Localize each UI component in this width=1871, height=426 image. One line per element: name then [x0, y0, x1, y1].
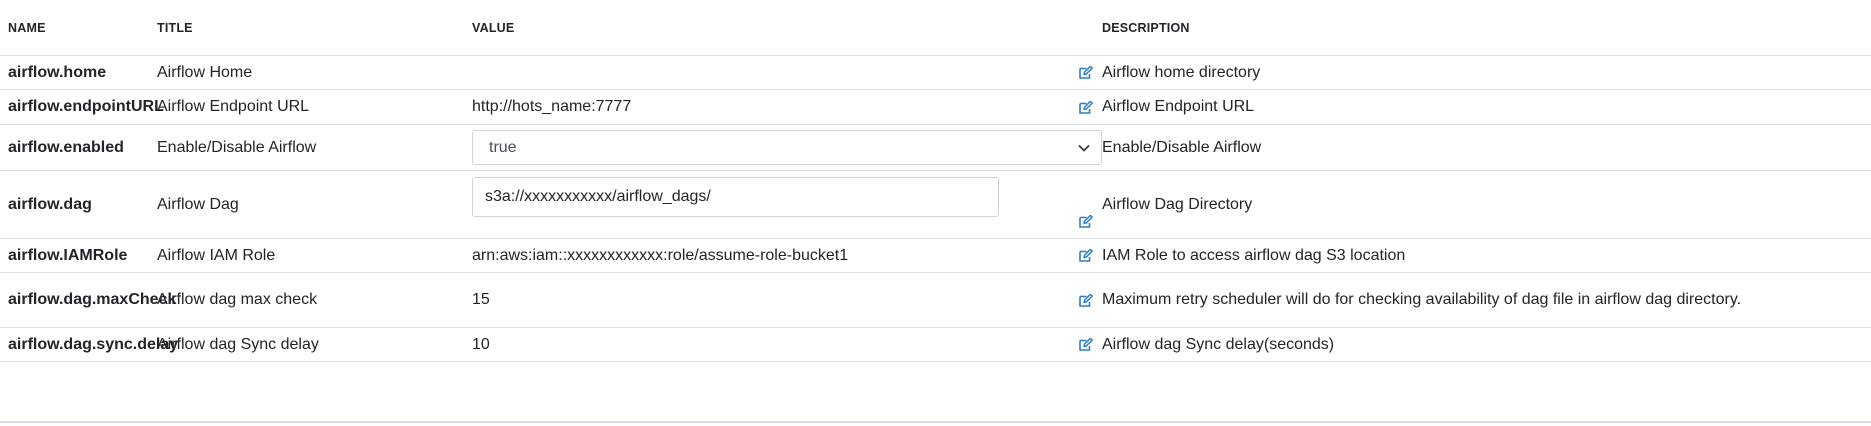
setting-value-cell: true	[472, 124, 1102, 171]
setting-description: Airflow Endpoint URL	[1102, 89, 1871, 125]
setting-title: Airflow Dag	[157, 170, 472, 239]
setting-value: 10	[472, 335, 490, 353]
setting-name: airflow.endpointURL	[0, 89, 164, 125]
setting-description: IAM Role to access airflow dag S3 locati…	[1102, 238, 1871, 273]
setting-name: airflow.dag	[0, 170, 157, 239]
setting-description: Airflow Dag Directory	[1102, 170, 1871, 239]
setting-title: Airflow dag max check	[157, 272, 472, 328]
setting-title: Airflow Home	[157, 55, 472, 90]
setting-name: airflow.dag.sync.delay	[0, 327, 178, 362]
setting-value: arn:aws:iam::xxxxxxxxxxxx:role/assume-ro…	[472, 246, 849, 264]
table-row: airflow.dag.maxCheck Airflow dag max che…	[0, 272, 1871, 328]
select-value: true	[489, 138, 517, 156]
setting-value-cell: arn:aws:iam::xxxxxxxxxxxx:role/assume-ro…	[472, 238, 1102, 273]
table-row: airflow.dag.sync.delay Airflow dag Sync …	[0, 327, 1871, 362]
setting-name: airflow.enabled	[0, 124, 157, 171]
column-header-value: VALUE	[472, 0, 1102, 56]
table-row: airflow.endpointURL Airflow Endpoint URL…	[0, 89, 1871, 125]
table-row: airflow.enabled Enable/Disable Airflow t…	[0, 124, 1871, 171]
edit-icon[interactable]	[1078, 99, 1094, 115]
edit-icon[interactable]	[1078, 292, 1094, 308]
table-row: airflow.home Airflow Home Airflow home d…	[0, 55, 1871, 90]
setting-description: Airflow home directory	[1102, 55, 1871, 90]
setting-description: Enable/Disable Airflow	[1102, 124, 1871, 171]
setting-value: http://hots_name:7777	[472, 98, 632, 115]
dag-directory-input[interactable]	[472, 177, 999, 217]
enabled-select[interactable]: true	[472, 130, 1102, 165]
column-header-title: TITLE	[157, 0, 472, 56]
edit-icon[interactable]	[1078, 213, 1094, 229]
setting-value-cell: http://hots_name:7777	[472, 89, 1102, 125]
setting-value-cell	[472, 55, 1102, 90]
setting-name: airflow.home	[0, 55, 157, 90]
setting-title: Airflow Endpoint URL	[157, 89, 472, 125]
setting-value-cell: 10	[472, 327, 1102, 362]
setting-value: 15	[472, 291, 490, 308]
setting-name: airflow.IAMRole	[0, 238, 157, 273]
setting-name: airflow.dag.maxCheck	[0, 272, 176, 328]
setting-title: Airflow dag Sync delay	[157, 327, 472, 362]
table-row: airflow.dag Airflow Dag Airflow Dag Dire…	[0, 170, 1871, 239]
edit-icon[interactable]	[1078, 65, 1094, 81]
table-header-row: NAME TITLE VALUE DESCRIPTION	[0, 0, 1871, 56]
edit-icon[interactable]	[1078, 337, 1094, 353]
setting-title: Enable/Disable Airflow	[157, 124, 472, 171]
setting-description: Maximum retry scheduler will do for chec…	[1102, 272, 1871, 328]
settings-table: NAME TITLE VALUE DESCRIPTION airflow.hom…	[0, 0, 1871, 362]
column-header-description: DESCRIPTION	[1102, 0, 1871, 56]
edit-icon[interactable]	[1078, 248, 1094, 264]
table-row: airflow.IAMRole Airflow IAM Role arn:aws…	[0, 238, 1871, 273]
setting-description: Airflow dag Sync delay(seconds)	[1102, 327, 1871, 362]
setting-value-cell	[472, 170, 1102, 239]
setting-title: Airflow IAM Role	[157, 238, 472, 273]
chevron-down-icon	[1077, 141, 1091, 160]
column-header-name: NAME	[0, 0, 157, 56]
setting-value-cell: 15	[472, 272, 1102, 328]
table-bottom-border	[0, 421, 1871, 423]
